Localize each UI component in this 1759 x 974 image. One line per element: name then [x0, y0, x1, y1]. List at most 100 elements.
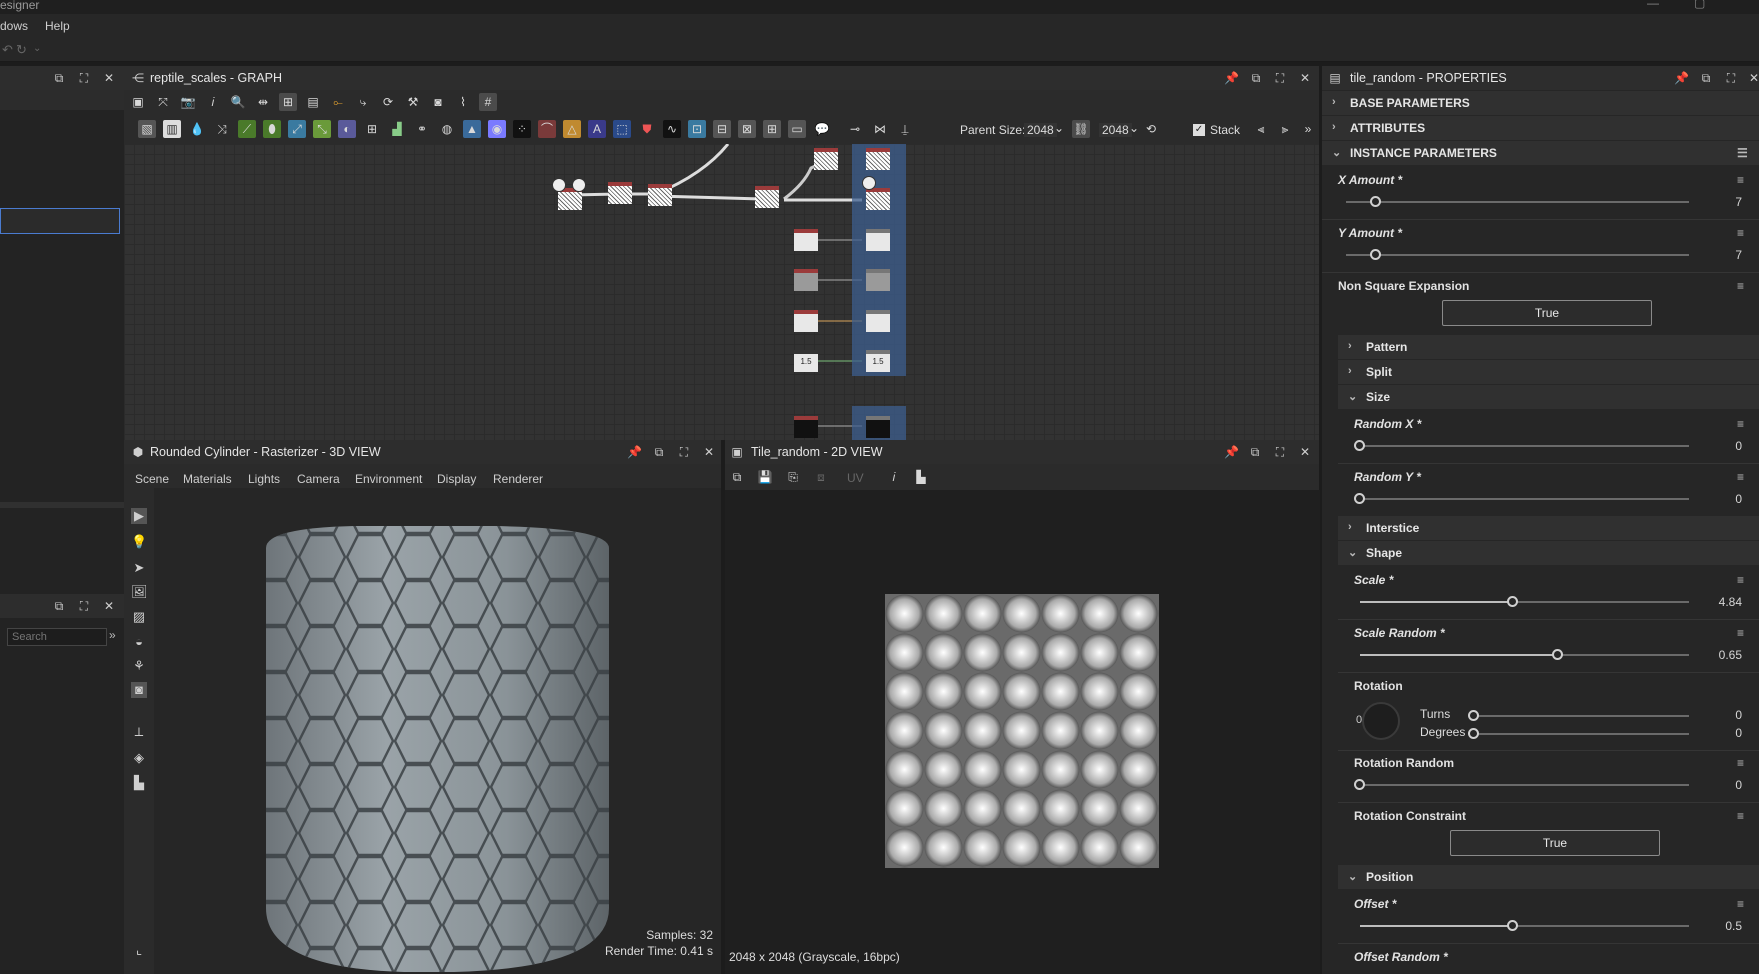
histogram-icon[interactable]: ▲: [463, 120, 481, 138]
scale-random-value[interactable]: 0.65: [1702, 648, 1742, 662]
random-y-knob[interactable]: [1354, 493, 1365, 504]
layers-icon[interactable]: ◈: [131, 750, 147, 766]
close-icon[interactable]: ✕: [702, 445, 716, 459]
stats-icon[interactable]: ▙: [131, 775, 147, 791]
view3d-viewport[interactable]: Samples: 32 Render Time: 0.41 s: [154, 488, 721, 974]
section-attributes[interactable]: › ATTRIBUTES: [1322, 116, 1759, 140]
graph-node-value[interactable]: 1.5: [866, 350, 890, 372]
random-x-knob[interactable]: [1354, 440, 1365, 451]
grid-icon[interactable]: #: [479, 93, 497, 111]
graph-node[interactable]: [866, 148, 890, 170]
group-interstice[interactable]: › Interstice: [1338, 516, 1759, 540]
info-icon[interactable]: 𝑖: [204, 93, 222, 111]
graph-node[interactable]: [814, 148, 838, 170]
light-icon[interactable]: 💡: [131, 534, 147, 550]
curve-icon[interactable]: ⟋: [238, 120, 256, 138]
graph-node[interactable]: [866, 229, 890, 251]
menu-environment[interactable]: Environment: [355, 472, 422, 486]
graph-node[interactable]: [794, 269, 818, 291]
transform-icon[interactable]: ⤢: [288, 120, 306, 138]
graph-node[interactable]: [608, 182, 632, 204]
float-icon[interactable]: ⧉: [1248, 445, 1262, 459]
maximize-icon[interactable]: ⛶: [1273, 445, 1287, 459]
chevron-down-icon[interactable]: ⌄: [1129, 121, 1139, 135]
blend-icon[interactable]: ⚭: [413, 120, 431, 138]
overflow-icon[interactable]: »: [1299, 120, 1317, 138]
environment-icon[interactable]: 🖼: [131, 584, 148, 600]
pin-node-icon[interactable]: ⍊: [896, 120, 914, 138]
y-amount-knob[interactable]: [1370, 249, 1381, 260]
paint-icon[interactable]: ⌇: [454, 93, 472, 111]
param-menu-icon[interactable]: ≡: [1737, 626, 1744, 640]
export-icon[interactable]: ⊞: [763, 120, 781, 138]
pin-icon[interactable]: 📌: [1224, 445, 1239, 459]
material-icon[interactable]: ◒: [131, 634, 147, 650]
close-icon[interactable]: ✕: [102, 599, 116, 613]
redo-icon[interactable]: ↻: [16, 42, 27, 58]
chevron-down-icon[interactable]: ⌄: [1054, 121, 1064, 135]
maximize-icon[interactable]: ⛶: [677, 445, 691, 459]
turns-knob[interactable]: [1468, 710, 1479, 721]
camera-icon[interactable]: 📷: [179, 93, 197, 111]
group-pattern[interactable]: › Pattern: [1338, 335, 1759, 359]
reset-icon[interactable]: ⟲: [1142, 120, 1160, 138]
param-menu-icon[interactable]: ≡: [1737, 417, 1744, 431]
graph-node[interactable]: [866, 416, 890, 438]
maximize-icon[interactable]: ⛶: [77, 71, 91, 85]
param-menu-icon[interactable]: ≡: [1737, 226, 1744, 240]
group-size[interactable]: ⌄ Size: [1338, 385, 1759, 409]
graph-node[interactable]: [866, 269, 890, 291]
maximize-icon[interactable]: ⛶: [77, 599, 91, 613]
gradient-icon[interactable]: ◐: [338, 120, 356, 138]
view2d-viewport[interactable]: 2048 x 2048 (Grayscale, 16bpc): [725, 490, 1320, 974]
group-position[interactable]: ⌄ Position: [1338, 865, 1759, 889]
pin-icon[interactable]: 📌: [1224, 71, 1239, 85]
random-x-value[interactable]: 0: [1702, 439, 1742, 453]
offset-knob[interactable]: [1507, 920, 1518, 931]
preview-icon[interactable]: ◙: [429, 93, 447, 111]
axis-icon[interactable]: ⟂: [131, 724, 147, 740]
menu-materials[interactable]: Materials: [183, 472, 232, 486]
degrees-knob[interactable]: [1468, 728, 1479, 739]
camera-icon[interactable]: ▶: [131, 508, 147, 524]
menu-lights[interactable]: Lights: [248, 472, 280, 486]
graph-node[interactable]: [794, 310, 818, 332]
frame-node-icon[interactable]: ▭: [788, 120, 806, 138]
param-menu-icon[interactable]: ≡: [1737, 756, 1744, 770]
selection-icon[interactable]: ⬚: [613, 120, 631, 138]
svg-node-icon[interactable]: ▥: [163, 120, 181, 138]
comment-icon[interactable]: 💬: [813, 120, 831, 138]
menu-renderer[interactable]: Renderer: [493, 472, 543, 486]
x-amount-slider[interactable]: [1346, 201, 1689, 203]
bevel-icon[interactable]: ⌒: [538, 120, 556, 138]
fill-icon[interactable]: ⛊: [638, 120, 656, 138]
align-left-icon[interactable]: ⫷: [1252, 120, 1270, 138]
turns-slider[interactable]: [1474, 715, 1689, 717]
histogram-icon[interactable]: ▙: [912, 468, 930, 486]
rotation-random-knob[interactable]: [1354, 779, 1365, 790]
link-icon[interactable]: ⟜: [329, 93, 347, 111]
warp-icon[interactable]: ⤡: [313, 120, 331, 138]
menu-camera[interactable]: Camera: [297, 472, 340, 486]
scale-random-knob[interactable]: [1552, 649, 1563, 660]
shuffle-icon[interactable]: ⤨: [213, 120, 231, 138]
frame-icon[interactable]: ▣: [129, 93, 147, 111]
graph-node[interactable]: [755, 186, 779, 208]
size-select[interactable]: 2048: [1099, 123, 1132, 137]
bake-icon[interactable]: ⚘: [131, 658, 147, 674]
graph-node-value[interactable]: 1.5: [794, 350, 818, 372]
close-icon[interactable]: ✕: [102, 71, 116, 85]
scale-knob[interactable]: [1507, 596, 1518, 607]
maximize-icon[interactable]: ▢: [1694, 0, 1705, 10]
maximize-icon[interactable]: ⛶: [1273, 71, 1287, 85]
degrees-value[interactable]: 0: [1702, 726, 1742, 740]
close-icon[interactable]: ✕: [1747, 71, 1759, 85]
x-amount-knob[interactable]: [1370, 196, 1381, 207]
param-menu-icon[interactable]: ≡: [1737, 897, 1744, 911]
compare-icon[interactable]: ⧈: [812, 468, 830, 486]
float-icon[interactable]: ⧉: [52, 599, 66, 613]
save-icon[interactable]: 💾: [756, 468, 774, 486]
menu-windows[interactable]: dows: [0, 19, 28, 33]
view-mode-icon[interactable]: ⧉: [728, 468, 746, 486]
text-icon[interactable]: A: [588, 120, 606, 138]
